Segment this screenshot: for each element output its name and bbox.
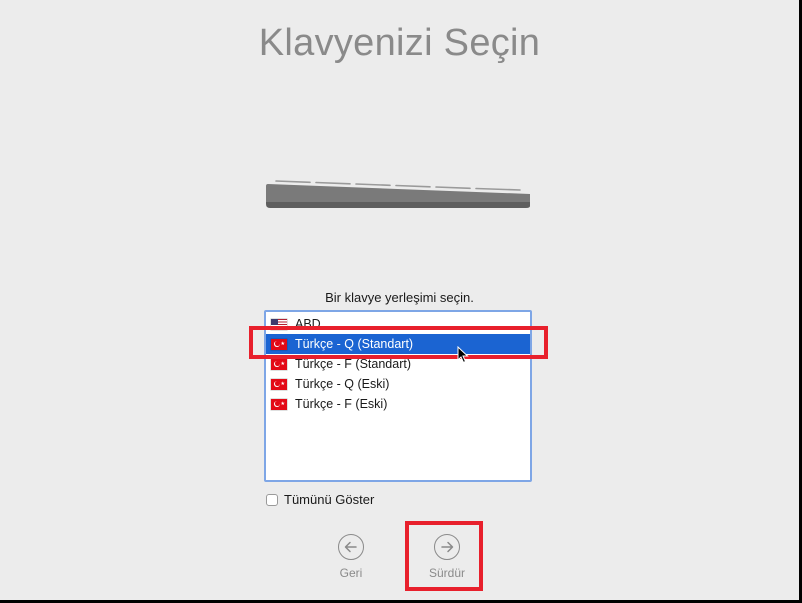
- list-item-turkce-f-eski[interactable]: ★ Türkçe - F (Eski): [266, 394, 530, 414]
- continue-highlight-box: [405, 521, 483, 591]
- show-all-checkbox[interactable]: [266, 493, 278, 506]
- list-item-label: Türkçe - F (Eski): [295, 397, 388, 411]
- turkey-flag-icon: ★: [271, 398, 287, 410]
- selection-highlight-box: [249, 326, 548, 359]
- mouse-cursor-icon: [457, 346, 469, 364]
- back-label: Geri: [339, 566, 363, 580]
- turkey-flag-icon: ★: [271, 358, 287, 370]
- keyboard-illustration: [266, 180, 530, 208]
- list-item-label: Türkçe - F (Standart): [295, 357, 411, 371]
- arrow-left-icon: [338, 534, 364, 560]
- back-button[interactable]: Geri: [330, 534, 372, 580]
- layout-prompt: Bir klavye yerleşimi seçin.: [325, 290, 474, 305]
- turkey-flag-icon: ★: [271, 378, 287, 390]
- page-title: Klavyenizi Seçin: [258, 22, 541, 64]
- show-all-row[interactable]: Tümünü Göster: [266, 492, 374, 507]
- list-item-label: Türkçe - Q (Eski): [295, 377, 390, 391]
- setup-assistant-window: Klavyenizi Seçin Bir klavye yerleşimi se…: [0, 0, 799, 600]
- list-item-turkce-q-eski[interactable]: ★ Türkçe - Q (Eski): [266, 374, 530, 394]
- show-all-label: Tümünü Göster: [284, 492, 375, 507]
